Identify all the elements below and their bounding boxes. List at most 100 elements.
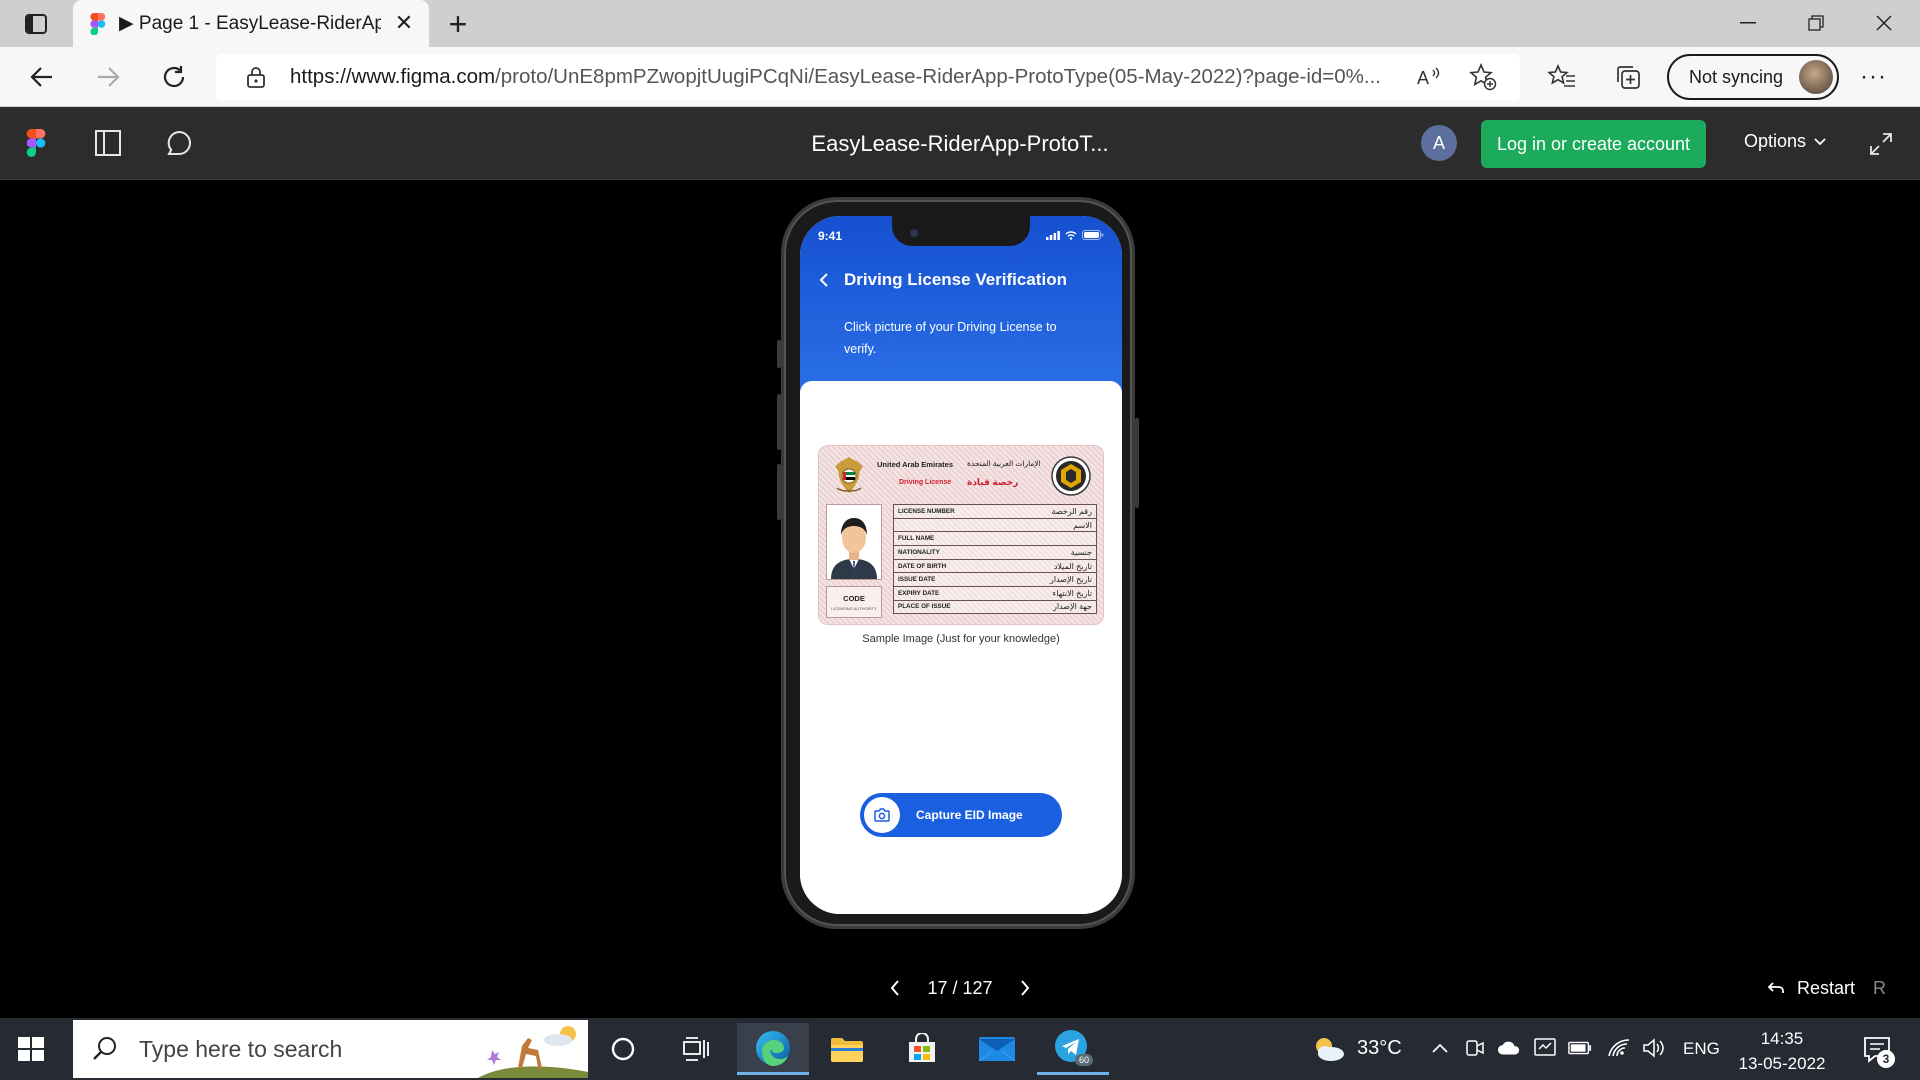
url-text[interactable]: https://www.figma.com/proto/UnE8pmPZwopj… <box>290 65 1410 89</box>
license-field-en: PLACE OF ISSUE <box>898 603 951 611</box>
taskbar-mail[interactable] <box>961 1023 1033 1075</box>
restore-button[interactable] <box>1794 8 1838 38</box>
notification-count-badge: 3 <box>1877 1050 1895 1068</box>
license-field-en: LICENSE NUMBER <box>898 507 955 515</box>
camera-dot <box>910 229 918 237</box>
phone-mute-switch <box>777 340 781 368</box>
screen-back-button[interactable] <box>814 270 834 290</box>
license-row: LICENSE NUMBER رقم الرخصة <box>893 504 1097 518</box>
forward-button[interactable] <box>88 57 128 97</box>
lock-icon[interactable] <box>246 66 266 88</box>
system-clock[interactable]: 14:35 13-05-2022 <box>1734 1026 1830 1076</box>
taskbar-file-explorer[interactable] <box>811 1023 883 1075</box>
url-path: /proto/UnE8pmPZwopjtUugiPCqNi/EasyLease-… <box>495 65 1381 88</box>
next-frame-button[interactable] <box>1013 976 1037 1000</box>
license-row: NATIONALITY جنسية <box>893 545 1097 559</box>
screen-header: 9:41 Driving License Verification Click … <box>800 216 1122 391</box>
search-placeholder: Type here to search <box>139 1035 343 1062</box>
options-label: Options <box>1744 131 1807 151</box>
license-field-en: DATE OF BIRTH <box>898 562 947 570</box>
network-activity-icon[interactable] <box>1533 1036 1557 1060</box>
task-view-icon <box>683 1037 709 1061</box>
figma-toolbar: EasyLease-RiderApp-ProtoT... A Log in or… <box>0 107 1920 180</box>
screen-subtitle: Click picture of your Driving License to… <box>844 320 1057 356</box>
address-bar[interactable]: https://www.figma.com/proto/UnE8pmPZwopj… <box>216 54 1520 100</box>
close-window-button[interactable] <box>1862 8 1906 38</box>
sample-license-image: United Arab Emirates الإمارات العربية ال… <box>818 445 1104 625</box>
license-field-en: ISSUE DATE <box>898 576 936 584</box>
taskbar-telegram[interactable]: 60 <box>1037 1023 1109 1075</box>
new-tab-button[interactable]: + <box>442 6 474 42</box>
options-menu[interactable]: Options <box>1744 131 1826 152</box>
restart-button[interactable]: Restart R <box>1767 973 1886 1003</box>
license-field-ar: تاريخ الميلاد <box>1053 561 1092 571</box>
tab-close-icon[interactable]: ✕ <box>393 10 415 35</box>
add-favorite-icon[interactable] <box>1468 63 1498 91</box>
telegram-badge: 60 <box>1079 1055 1089 1065</box>
login-button[interactable]: Log in or create account <box>1481 120 1706 168</box>
capture-eid-label: Capture EID Image <box>916 808 1023 822</box>
wifi-icon <box>1065 230 1077 240</box>
weather-icon[interactable] <box>1310 1034 1346 1064</box>
status-time: 9:41 <box>818 229 843 243</box>
refresh-icon <box>163 66 185 88</box>
task-view-button[interactable] <box>660 1023 732 1075</box>
phone-volume-down <box>777 464 781 520</box>
fullscreen-icon[interactable] <box>1866 129 1896 159</box>
license-field-ar: تاريخ الإصدار <box>1049 575 1092 585</box>
onedrive-cloud-icon[interactable] <box>1497 1036 1521 1060</box>
license-header-en: United Arab Emirates <box>877 460 953 469</box>
minimize-button[interactable] <box>1726 8 1770 38</box>
capture-eid-button[interactable]: Capture EID Image <box>860 793 1062 837</box>
restart-label: Restart <box>1797 977 1856 998</box>
chevron-left-icon <box>891 980 900 996</box>
license-row: EXPIRY DATE تاريخ الانتهاء <box>893 586 1097 600</box>
volume-icon[interactable] <box>1642 1036 1666 1060</box>
license-subheader-ar: رخصة قيادة <box>967 477 1019 487</box>
read-aloud-icon[interactable]: A <box>1414 63 1444 91</box>
user-avatar[interactable]: A <box>1421 125 1457 161</box>
weather-temperature[interactable]: 33°C <box>1357 1037 1402 1060</box>
profile-sync-button[interactable]: Not syncing <box>1667 54 1839 100</box>
browser-tab-active[interactable]: ▶ Page 1 - EasyLease-RiderApp- ✕ <box>73 0 429 47</box>
license-row: PLACE OF ISSUE جهة الإصدار <box>893 599 1097 614</box>
chevron-right-icon <box>1020 980 1029 996</box>
frame-counter: 17 / 127 <box>927 977 993 998</box>
license-subheader-en: Driving License <box>899 479 952 486</box>
license-field-ar: الاسم <box>1073 520 1092 530</box>
license-field-ar: جهة الإصدار <box>1052 602 1092 612</box>
battery-icon[interactable] <box>1568 1036 1592 1060</box>
wifi-icon[interactable] <box>1607 1036 1631 1060</box>
back-button[interactable] <box>22 57 62 97</box>
license-row: ISSUE DATE تاريخ الإصدار <box>893 572 1097 587</box>
license-field-en: EXPIRY DATE <box>898 589 940 597</box>
refresh-button[interactable] <box>154 57 194 97</box>
show-hidden-icons-chevron-icon[interactable] <box>1428 1036 1452 1060</box>
tab-actions-icon[interactable] <box>18 10 54 38</box>
previous-frame-button[interactable] <box>883 976 907 1000</box>
more-options-icon[interactable]: ··· <box>1860 63 1887 91</box>
taskbar-microsoft-store[interactable] <box>886 1023 958 1075</box>
forward-arrow-icon <box>98 67 120 87</box>
windows-start-icon[interactable] <box>16 1034 46 1064</box>
license-row: الاسم <box>893 517 1097 532</box>
phone-volume-up <box>777 394 781 450</box>
telegram-icon: 60 <box>1055 1029 1093 1066</box>
sync-label: Not syncing <box>1689 66 1784 87</box>
license-fields-table: LICENSE NUMBER رقم الرخصة الاسم FULL NAME… <box>893 504 1097 614</box>
signal-icon <box>1046 230 1060 240</box>
favorites-button[interactable] <box>1542 57 1582 97</box>
collections-button[interactable] <box>1608 57 1648 97</box>
meet-now-icon[interactable] <box>1463 1036 1487 1060</box>
windows-taskbar: Type here to search 60 33°C ENG 14:35 13… <box>0 1018 1920 1080</box>
taskbar-edge[interactable] <box>737 1023 809 1075</box>
uae-emblem-icon <box>835 457 863 493</box>
store-icon <box>909 1033 935 1062</box>
input-language[interactable]: ENG <box>1683 1039 1720 1059</box>
restart-shortcut-key: R <box>1873 977 1887 998</box>
taskbar-search-box[interactable]: Type here to search <box>73 1020 588 1078</box>
cortana-button[interactable] <box>587 1023 659 1075</box>
back-arrow-icon <box>30 67 52 87</box>
cortana-circle-icon <box>611 1037 635 1061</box>
browser-navbar: https://www.figma.com/proto/UnE8pmPZwopj… <box>0 47 1920 107</box>
